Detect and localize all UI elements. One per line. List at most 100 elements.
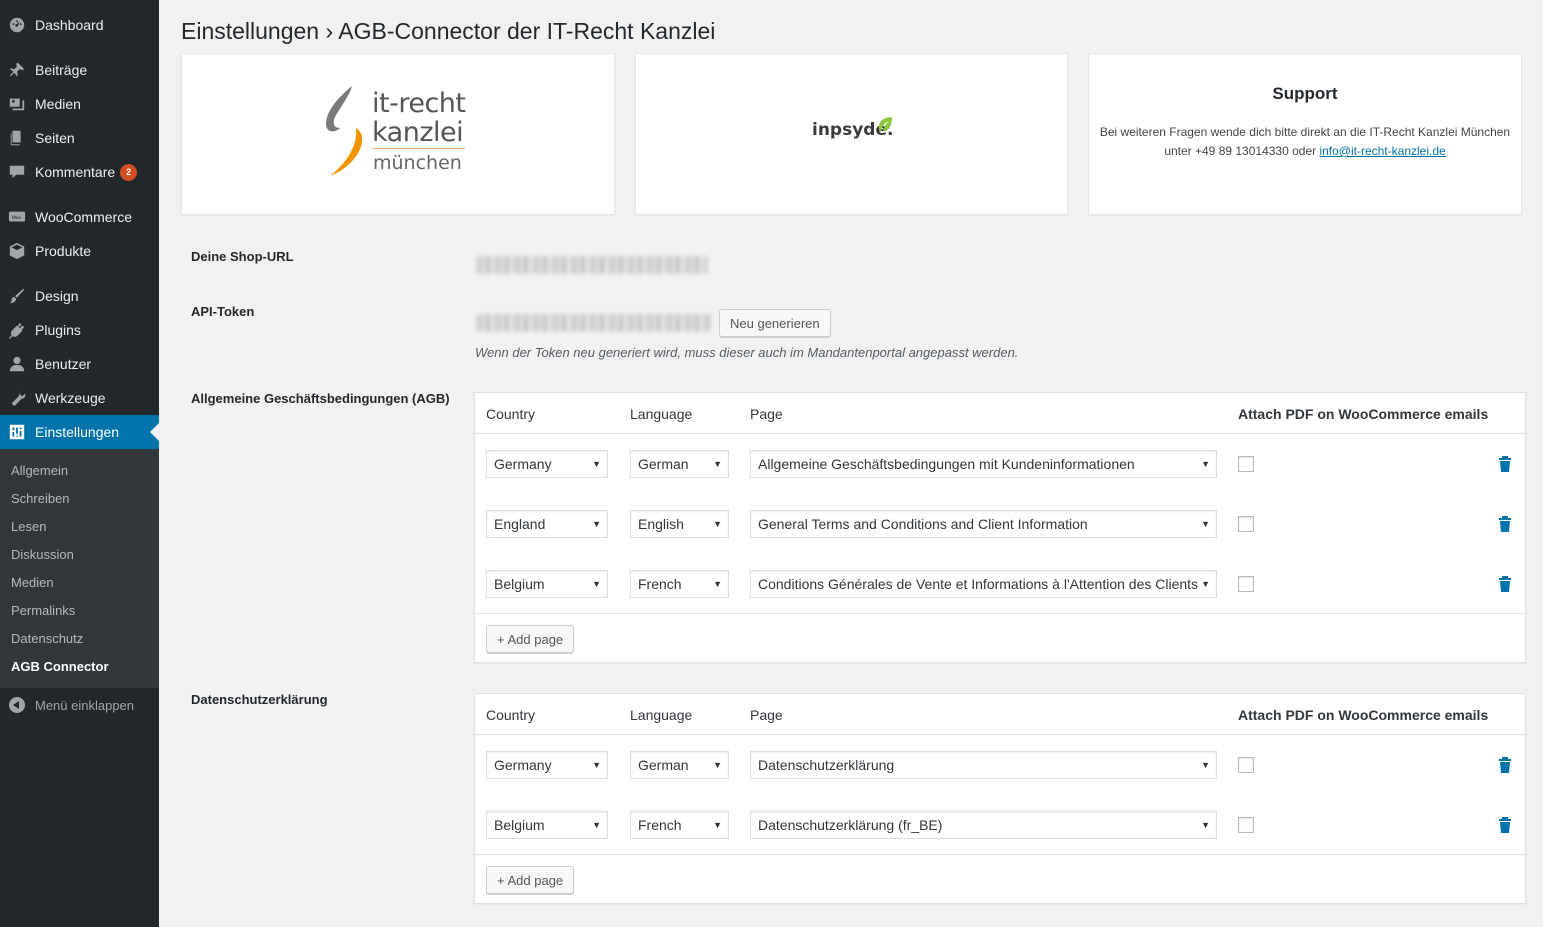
submenu-diskussion[interactable]: Diskussion xyxy=(11,547,74,562)
itrecht-logo-line1: it-recht xyxy=(372,88,466,119)
menu-label: Medien xyxy=(35,96,81,112)
delete-row-button[interactable] xyxy=(1498,455,1512,472)
page-select-value: General Terms and Conditions and Client … xyxy=(758,516,1088,532)
country-select-value: Germany xyxy=(494,757,552,773)
menu-woocommerce[interactable]: Woo WooCommerce xyxy=(0,200,159,234)
collapse-label: Menü einklappen xyxy=(35,697,135,713)
column-header-language: Language xyxy=(630,406,693,422)
attach-pdf-checkbox[interactable] xyxy=(1238,456,1254,472)
trash-icon xyxy=(1499,576,1511,592)
delete-row-button[interactable] xyxy=(1498,816,1512,833)
attach-pdf-checkbox[interactable] xyxy=(1238,817,1254,833)
attach-pdf-checkbox[interactable] xyxy=(1238,576,1254,592)
page-select-value: Allgemeine Geschäftsbedingungen mit Kund… xyxy=(758,456,1135,472)
language-select-value: French xyxy=(638,817,682,833)
shop-url-label: Deine Shop-URL xyxy=(191,249,294,264)
privacy-section-label: Datenschutzerklärung xyxy=(191,692,328,707)
submenu-medien[interactable]: Medien xyxy=(11,575,54,590)
comment-count-badge: 2 xyxy=(120,163,138,181)
table-row: Germany German Datenschutzerklärung xyxy=(475,751,1525,779)
attach-pdf-checkbox[interactable] xyxy=(1238,757,1254,773)
language-select[interactable]: French xyxy=(630,811,729,839)
language-select[interactable]: English xyxy=(630,510,729,538)
menu-label: Plugins xyxy=(35,322,81,338)
page-select[interactable]: Allgemeine Geschäftsbedingungen mit Kund… xyxy=(750,450,1217,478)
menu-label: Design xyxy=(35,288,79,304)
table-footer-divider xyxy=(475,854,1525,855)
attach-pdf-checkbox[interactable] xyxy=(1238,516,1254,532)
page-select[interactable]: General Terms and Conditions and Client … xyxy=(750,510,1217,538)
trash-icon xyxy=(1499,817,1511,833)
submenu-permalinks[interactable]: Permalinks xyxy=(11,603,75,618)
table-row: Belgium French Conditions Générales de V… xyxy=(475,570,1525,598)
submenu-datenschutz[interactable]: Datenschutz xyxy=(11,631,83,646)
language-select-value: German xyxy=(638,456,689,472)
delete-row-button[interactable] xyxy=(1498,575,1512,592)
menu-seiten[interactable]: Seiten xyxy=(0,121,159,155)
country-select[interactable]: Germany xyxy=(486,450,608,478)
support-card: Support Bei weiteren Fragen wende dich b… xyxy=(1088,53,1522,215)
language-select[interactable]: German xyxy=(630,751,729,779)
menu-beitraege[interactable]: Beiträge xyxy=(0,53,159,87)
pin-icon xyxy=(7,60,27,80)
country-select[interactable]: Germany xyxy=(486,751,608,779)
support-text-line2: unter +49 89 13014330 oder xyxy=(1164,144,1320,158)
table-header-divider xyxy=(475,734,1525,735)
collapse-menu-button[interactable]: Menü einklappen xyxy=(0,695,159,715)
submenu-agb-connector[interactable]: AGB Connector xyxy=(11,659,109,674)
delete-row-button[interactable] xyxy=(1498,515,1512,532)
language-select[interactable]: German xyxy=(630,450,729,478)
menu-einstellungen[interactable]: Einstellungen xyxy=(0,415,159,449)
language-select-value: German xyxy=(638,757,689,773)
table-footer-divider xyxy=(475,613,1525,614)
add-page-button[interactable]: + Add page xyxy=(486,625,575,653)
menu-plugins[interactable]: Plugins xyxy=(0,313,159,347)
page-select-value: Conditions Générales de Vente et Informa… xyxy=(758,576,1199,592)
country-select-value: Belgium xyxy=(494,576,545,592)
menu-dashboard[interactable]: Dashboard xyxy=(0,8,159,42)
menu-label: Dashboard xyxy=(35,17,104,33)
itrecht-logo-line2: kanzlei xyxy=(372,117,464,148)
box-icon xyxy=(7,241,27,261)
collapse-arrow-icon xyxy=(9,697,25,713)
support-text: Bei weiteren Fragen wende dich bitte dir… xyxy=(1099,123,1511,161)
menu-label: Werkzeuge xyxy=(35,390,106,406)
menu-werkzeuge[interactable]: Werkzeuge xyxy=(0,381,159,415)
regenerate-token-button[interactable]: Neu generieren xyxy=(719,309,831,337)
submenu-lesen[interactable]: Lesen xyxy=(11,519,46,534)
country-select[interactable]: England xyxy=(486,510,608,538)
menu-label: Benutzer xyxy=(35,356,92,372)
language-select[interactable]: French xyxy=(630,570,729,598)
menu-design[interactable]: Design xyxy=(0,279,159,313)
privacy-pages-table: Country Language Page Attach PDF on WooC… xyxy=(474,693,1526,904)
menu-kommentare[interactable]: Kommentare 2 xyxy=(0,155,159,189)
country-select[interactable]: Belgium xyxy=(486,570,608,598)
delete-row-button[interactable] xyxy=(1498,756,1512,773)
itrecht-swoosh-icon xyxy=(326,86,363,176)
itrecht-logo-divider xyxy=(373,148,465,149)
country-select[interactable]: Belgium xyxy=(486,811,608,839)
menu-medien[interactable]: Medien xyxy=(0,87,159,121)
media-icon xyxy=(7,94,27,114)
submenu-schreiben[interactable]: Schreiben xyxy=(11,491,70,506)
submenu-allgemein[interactable]: Allgemein xyxy=(11,463,68,478)
country-select-value: England xyxy=(494,516,546,532)
column-header-attach-pdf: Attach PDF on WooCommerce emails xyxy=(1238,707,1489,723)
menu-produkte[interactable]: Produkte xyxy=(0,234,159,268)
settings-icon xyxy=(7,422,27,442)
inpsyde-logo-card: inpsyde. xyxy=(635,53,1068,215)
support-email-link[interactable]: info@it-recht-kanzlei.de xyxy=(1319,144,1445,158)
settings-submenu: Allgemein Schreiben Lesen Diskussion Med… xyxy=(0,449,159,688)
inpsyde-logo: inpsyde. xyxy=(812,117,893,140)
page-select[interactable]: Datenschutzerklärung (fr_BE) xyxy=(750,811,1217,839)
page-select[interactable]: Datenschutzerklärung xyxy=(750,751,1217,779)
menu-benutzer[interactable]: Benutzer xyxy=(0,347,159,381)
table-row: Germany German Allgemeine Geschäftsbedin… xyxy=(475,450,1525,478)
page-select[interactable]: Conditions Générales de Vente et Informa… xyxy=(750,570,1217,598)
menu-label: Beiträge xyxy=(35,62,88,78)
add-page-button[interactable]: + Add page xyxy=(486,866,575,894)
leaf-icon xyxy=(878,117,892,133)
support-text-line1: Bei weiteren Fragen wende dich bitte dir… xyxy=(1099,125,1511,139)
column-header-attach-pdf: Attach PDF on WooCommerce emails xyxy=(1238,406,1489,422)
menu-label: Produkte xyxy=(35,243,92,259)
